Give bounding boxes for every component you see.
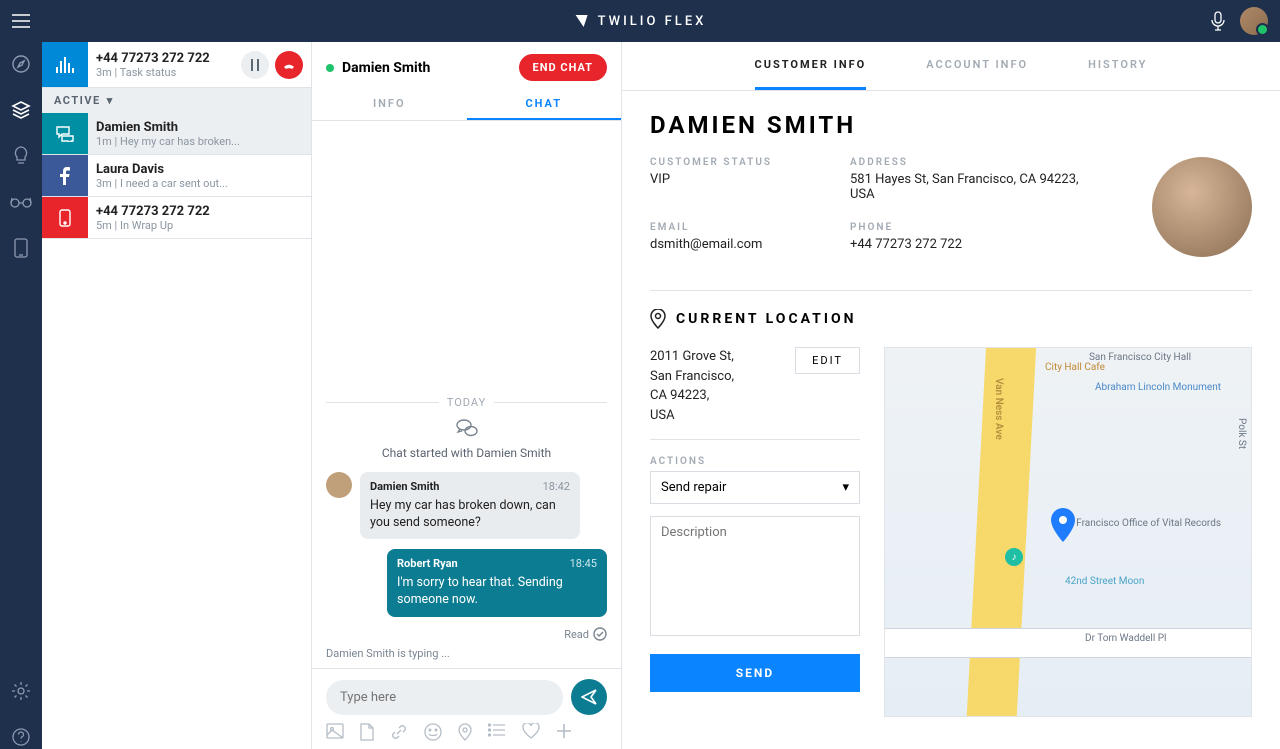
status-value: VIP bbox=[650, 172, 830, 187]
end-chat-button[interactable]: END CHAT bbox=[519, 54, 607, 81]
tab-chat[interactable]: CHAT bbox=[467, 89, 622, 120]
task-sub: 5m | In Wrap Up bbox=[96, 219, 303, 232]
info-pane: CUSTOMER INFO ACCOUNT INFO HISTORY DAMIE… bbox=[622, 42, 1280, 749]
tab-history[interactable]: HISTORY bbox=[1088, 42, 1147, 90]
map-label: San Francisco Office of Vital Records bbox=[1057, 518, 1221, 529]
plus-icon[interactable] bbox=[556, 723, 572, 741]
map[interactable]: San Francisco City Hall City Hall Cafe A… bbox=[884, 347, 1252, 717]
nav-glasses-icon[interactable] bbox=[9, 190, 33, 214]
map-label: Van Ness Ave bbox=[993, 378, 1004, 440]
map-label: 42nd Street Moon bbox=[1065, 576, 1144, 587]
link-icon[interactable] bbox=[390, 723, 408, 741]
chevron-down-icon: ▾ bbox=[107, 94, 114, 107]
user-avatar[interactable] bbox=[1240, 7, 1268, 35]
phone-label: PHONE bbox=[850, 222, 1102, 233]
read-receipt: Read bbox=[326, 627, 607, 641]
task-title: +44 77273 272 722 bbox=[96, 204, 303, 219]
send-message-button[interactable] bbox=[571, 679, 607, 715]
day-separator: TODAY bbox=[326, 396, 607, 409]
message-out: Robert Ryan18:45I'm sorry to hear that. … bbox=[326, 549, 607, 617]
phone-value: +44 77273 272 722 bbox=[850, 237, 1102, 252]
typing-indicator: Damien Smith is typing ... bbox=[326, 647, 607, 660]
presence-dot bbox=[326, 64, 334, 72]
brand-icon bbox=[574, 13, 590, 29]
map-label: Polk St bbox=[1236, 418, 1247, 449]
emoji-icon[interactable] bbox=[424, 723, 442, 741]
customer-photo bbox=[1152, 157, 1252, 257]
message-input[interactable] bbox=[326, 680, 563, 715]
nav-bulb-icon[interactable] bbox=[9, 144, 33, 168]
map-pin-icon bbox=[1050, 508, 1076, 542]
chat-started-notice: Chat started with Damien Smith bbox=[326, 419, 607, 460]
map-label: Dr Tom Waddell Pl bbox=[1085, 633, 1167, 644]
email-label: EMAIL bbox=[650, 222, 830, 233]
task-item[interactable]: +44 77273 272 7225m | In Wrap Up bbox=[42, 197, 311, 239]
msg-avatar bbox=[326, 472, 352, 498]
task-list: +44 77273 272 722 3m | Task status ACTIV… bbox=[42, 42, 312, 749]
address-value: 581 Hayes St, San Francisco, CA 94223, U… bbox=[850, 172, 1102, 202]
tab-info[interactable]: INFO bbox=[312, 89, 467, 120]
chat-contact-name: Damien Smith bbox=[342, 60, 430, 76]
menu-icon[interactable] bbox=[12, 14, 30, 28]
nav-rail bbox=[0, 42, 42, 749]
list-icon[interactable] bbox=[488, 723, 506, 741]
call-sub: 3m | Task status bbox=[96, 66, 233, 79]
chat-pane: Damien Smith END CHAT INFO CHAT TODAY Ch… bbox=[312, 42, 622, 749]
task-title: Damien Smith bbox=[96, 120, 303, 135]
map-label: City Hall Cafe bbox=[1045, 362, 1105, 373]
call-phone: +44 77273 272 722 bbox=[96, 51, 233, 66]
email-value: dsmith@email.com bbox=[650, 237, 830, 252]
nav-compass-icon[interactable] bbox=[9, 52, 33, 76]
description-input[interactable] bbox=[650, 516, 860, 636]
pin-icon bbox=[650, 309, 666, 329]
task-item[interactable]: Damien Smith1m | Hey my car has broken..… bbox=[42, 113, 311, 155]
task-sub: 1m | Hey my car has broken... bbox=[96, 135, 303, 148]
pause-button[interactable] bbox=[241, 51, 269, 79]
hangup-button[interactable] bbox=[275, 51, 303, 79]
task-item[interactable]: Laura Davis3m | I need a car sent out... bbox=[42, 155, 311, 197]
phone-red-icon bbox=[42, 197, 88, 238]
call-pulse-icon bbox=[42, 42, 88, 87]
heart-icon[interactable] bbox=[522, 723, 540, 741]
customer-name: DAMIEN SMITH bbox=[650, 111, 1252, 139]
image-icon[interactable] bbox=[326, 723, 344, 741]
send-action-button[interactable]: SEND bbox=[650, 654, 860, 692]
file-icon[interactable] bbox=[360, 723, 374, 741]
chevron-down-icon: ▾ bbox=[842, 480, 849, 495]
actions-label: ACTIONS bbox=[650, 456, 860, 467]
map-label: Abraham Lincoln Monument bbox=[1095, 382, 1221, 393]
location-heading: CURRENT LOCATION bbox=[650, 309, 1252, 329]
nav-layers-icon[interactable] bbox=[9, 98, 33, 122]
nav-settings-icon[interactable] bbox=[9, 679, 33, 703]
address-label: ADDRESS bbox=[850, 157, 1102, 168]
active-section-toggle[interactable]: ACTIVE▾ bbox=[42, 88, 311, 113]
brand: TWILIO FLEX bbox=[574, 13, 707, 29]
chat-icon bbox=[42, 113, 88, 154]
nav-help-icon[interactable] bbox=[9, 725, 33, 749]
mic-icon[interactable] bbox=[1210, 11, 1226, 31]
chat-bubbles-icon bbox=[326, 419, 607, 442]
actions-dropdown[interactable]: Send repair ▾ bbox=[650, 471, 860, 504]
tab-customer-info[interactable]: CUSTOMER INFO bbox=[755, 42, 867, 90]
tab-account-info[interactable]: ACCOUNT INFO bbox=[926, 42, 1028, 90]
location-icon[interactable] bbox=[458, 723, 472, 741]
task-sub: 3m | I need a car sent out... bbox=[96, 177, 303, 190]
facebook-icon bbox=[42, 155, 88, 196]
active-call-header[interactable]: +44 77273 272 722 3m | Task status bbox=[42, 42, 311, 88]
message-in: Damien Smith18:42Hey my car has broken d… bbox=[326, 472, 607, 540]
edit-button[interactable]: EDIT bbox=[795, 347, 860, 374]
nav-phone-icon[interactable] bbox=[9, 236, 33, 260]
map-poi-icon: ♪ bbox=[1005, 548, 1023, 566]
status-label: CUSTOMER STATUS bbox=[650, 157, 830, 168]
task-title: Laura Davis bbox=[96, 162, 303, 177]
